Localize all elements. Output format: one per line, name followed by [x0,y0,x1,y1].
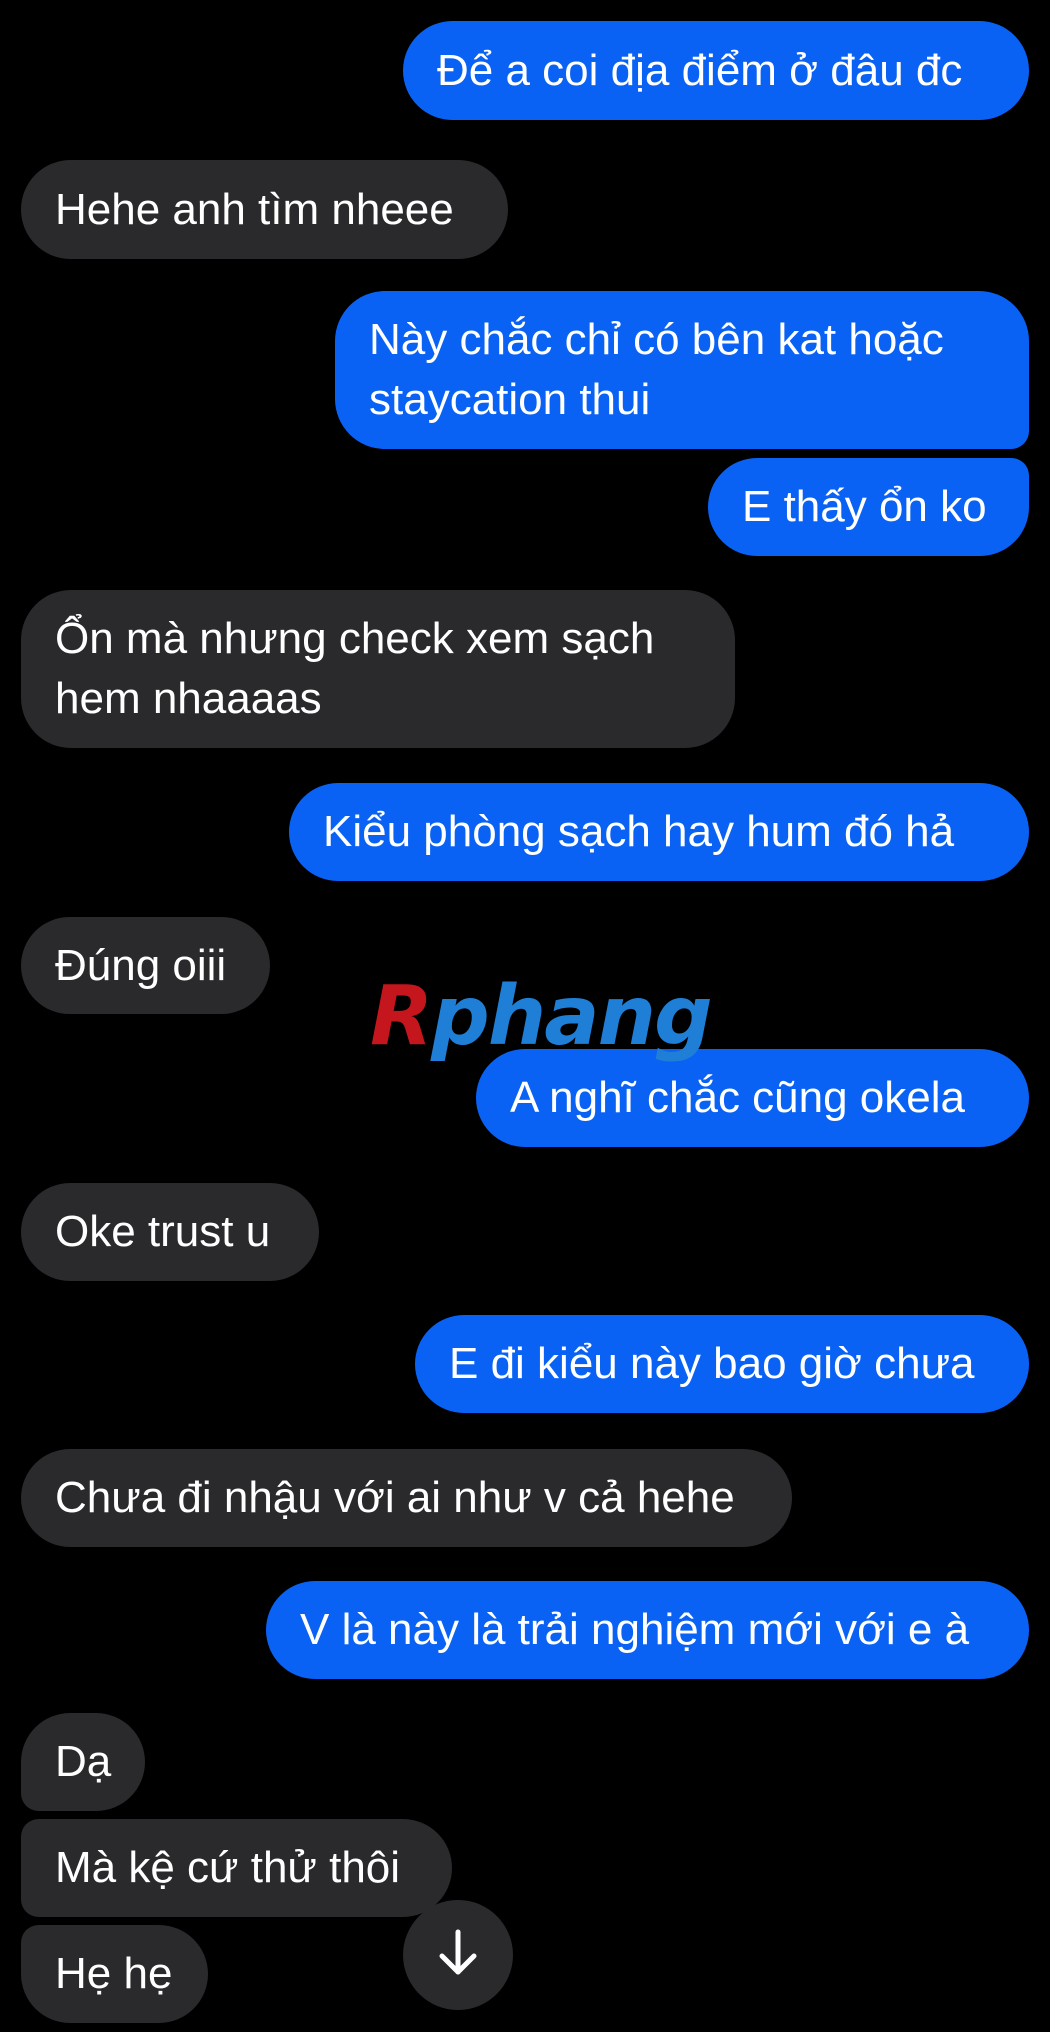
message-bubble-outgoing[interactable]: V là này là trải nghiệm mới với e à [266,1581,1029,1679]
message-text: Dạ [55,1737,112,1786]
message-bubble-outgoing[interactable]: Này chắc chỉ có bên kat hoặc staycation … [335,291,1029,449]
message-text: Để a coi địa điểm ở đâu đc [437,45,963,95]
message-text: Hehe anh tìm nheee [55,184,454,234]
arrow-down-icon [436,1928,480,1983]
message-bubble-incoming[interactable]: Chưa đi nhậu với ai như v cả hehe [21,1449,792,1547]
message-text: Oke trust u [55,1207,271,1256]
message-text: Mà kệ cứ thử thôi [55,1843,401,1892]
message-text: Kiểu phòng sạch hay hum đó hả [323,807,955,856]
message-text: V là này là trải nghiệm mới với e à [300,1605,970,1654]
message-bubble-incoming[interactable]: Oke trust u [21,1183,319,1281]
message-bubble-incoming[interactable]: Mà kệ cứ thử thôi [21,1819,452,1917]
message-bubble-outgoing[interactable]: A nghĩ chắc cũng okela [476,1049,1029,1147]
message-text: Đúng oiii [55,940,227,990]
message-text: Chưa đi nhậu với ai như v cả hehe [55,1473,735,1522]
scroll-to-bottom-button[interactable] [403,1900,513,2010]
watermark-first-letter: R [370,969,433,1064]
message-bubble-incoming[interactable]: Đúng oiii [21,917,270,1014]
message-bubble-incoming[interactable]: Dạ [21,1713,145,1811]
message-text: Ổn mà nhưng check xem sạch hem nhaaaas [55,614,655,723]
message-bubble-incoming[interactable]: Hẹ hẹ [21,1925,208,2023]
message-bubble-incoming[interactable]: Hehe anh tìm nheee [21,160,508,259]
message-text: E đi kiểu này bao giờ chưa [449,1339,975,1388]
message-bubble-outgoing[interactable]: Để a coi địa điểm ở đâu đc [403,21,1029,120]
watermark-logo: Rphang [370,976,713,1058]
message-bubble-outgoing[interactable]: E thấy ổn ko [708,458,1029,556]
message-bubble-incoming[interactable]: Ổn mà nhưng check xem sạch hem nhaaaas [21,590,735,748]
message-text: Này chắc chỉ có bên kat hoặc staycation … [369,315,944,424]
message-bubble-outgoing[interactable]: Kiểu phòng sạch hay hum đó hả [289,783,1029,881]
message-text: Hẹ hẹ [55,1949,173,1998]
message-text: E thấy ổn ko [742,482,987,531]
message-bubble-outgoing[interactable]: E đi kiểu này bao giờ chưa [415,1315,1029,1413]
message-text: A nghĩ chắc cũng okela [510,1073,965,1122]
